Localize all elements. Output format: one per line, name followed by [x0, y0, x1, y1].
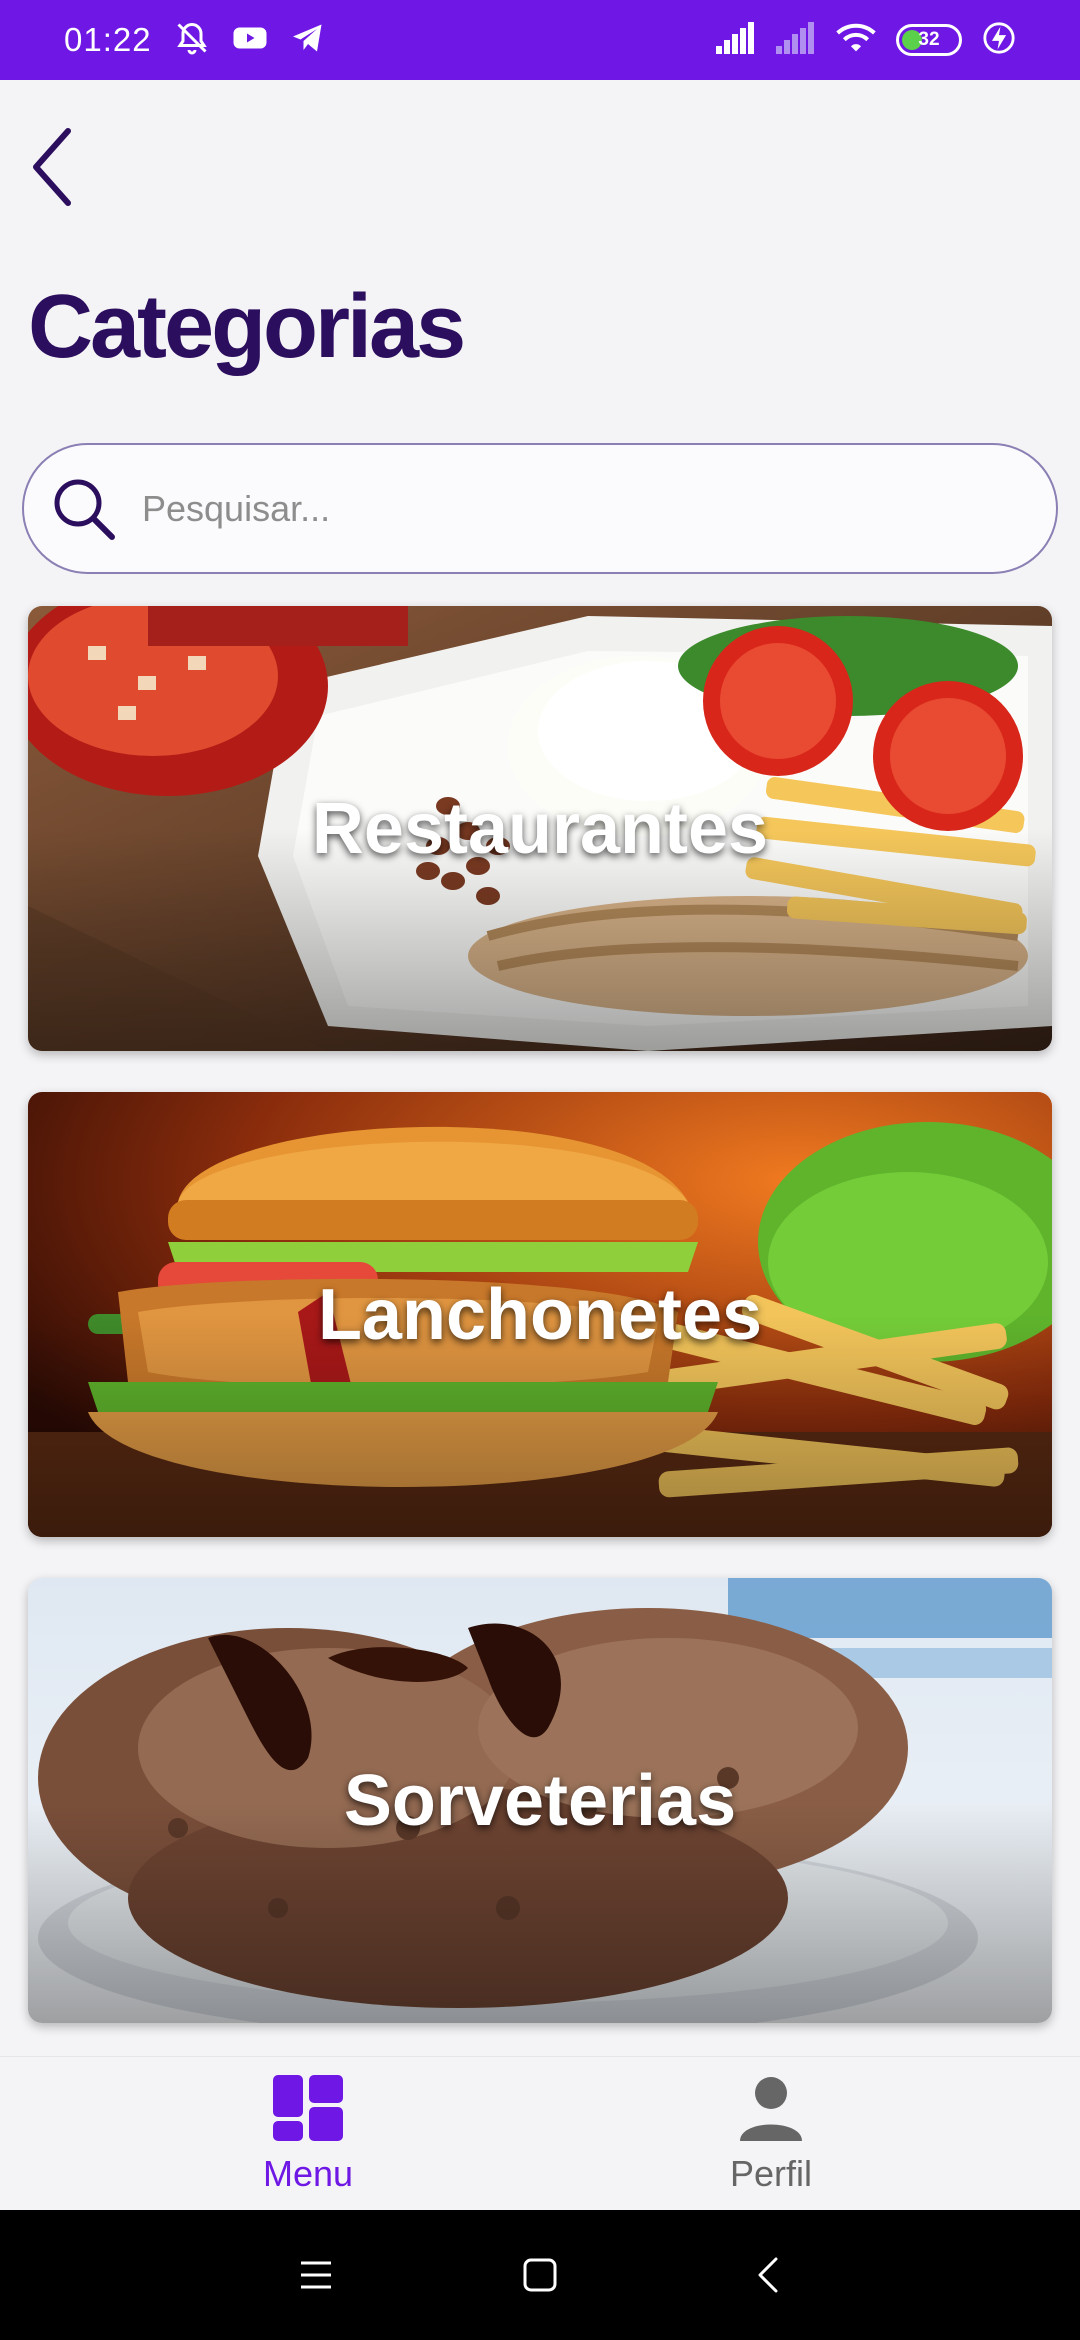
mute-icon [174, 20, 210, 61]
wifi-icon [836, 21, 876, 60]
grid-icon [273, 2067, 343, 2149]
nav-label-perfil: Perfil [729, 2153, 813, 2194]
status-right: 32 [716, 21, 1016, 60]
nav-item-menu[interactable]: Menu [158, 2067, 458, 2207]
category-label: Restaurantes [311, 788, 769, 869]
chevron-left-icon [758, 2257, 778, 2293]
search-bar[interactable] [22, 443, 1058, 574]
screen: 01:22 32 Categorias Pesquisar... Restaur… [0, 0, 1080, 2340]
category-card-restaurantes[interactable]: Restaurantes [28, 606, 1052, 1051]
battery-level: 32 [918, 29, 940, 50]
status-bar: 01:22 32 [0, 0, 1080, 80]
signal-icon [716, 21, 756, 59]
battery-icon: 32 [896, 24, 962, 56]
charging-icon [982, 21, 1016, 60]
search-input[interactable] [124, 487, 1016, 530]
square-icon [523, 2258, 557, 2292]
telegram-icon [290, 20, 326, 61]
person-icon [738, 2067, 804, 2149]
system-back-button[interactable] [738, 2245, 798, 2305]
status-left: 01:22 [64, 20, 326, 61]
menu-lines-icon [301, 2261, 331, 2289]
chevron-left-icon [33, 128, 71, 206]
home-button[interactable] [510, 2245, 570, 2305]
nav-item-perfil[interactable]: Perfil [621, 2067, 921, 2207]
nav-label-menu: Menu [262, 2153, 354, 2194]
category-card-lanchonetes[interactable]: Lanchonetes [28, 1092, 1052, 1537]
bottom-navigation: Menu Perfil [0, 2056, 1080, 2210]
status-time: 01:22 [64, 21, 152, 58]
signal-off-icon [776, 21, 816, 59]
page-title: Categorias [28, 277, 466, 377]
category-card-sorveterias[interactable]: Sorveterias [28, 1578, 1052, 2023]
youtube-icon [232, 20, 268, 61]
back-button[interactable] [12, 122, 92, 212]
search-icon [44, 469, 124, 549]
system-navigation-bar [0, 2210, 1080, 2340]
recent-apps-button[interactable] [286, 2245, 346, 2305]
category-label: Lanchonetes [317, 1274, 763, 1355]
category-label: Sorveterias [343, 1760, 737, 1841]
